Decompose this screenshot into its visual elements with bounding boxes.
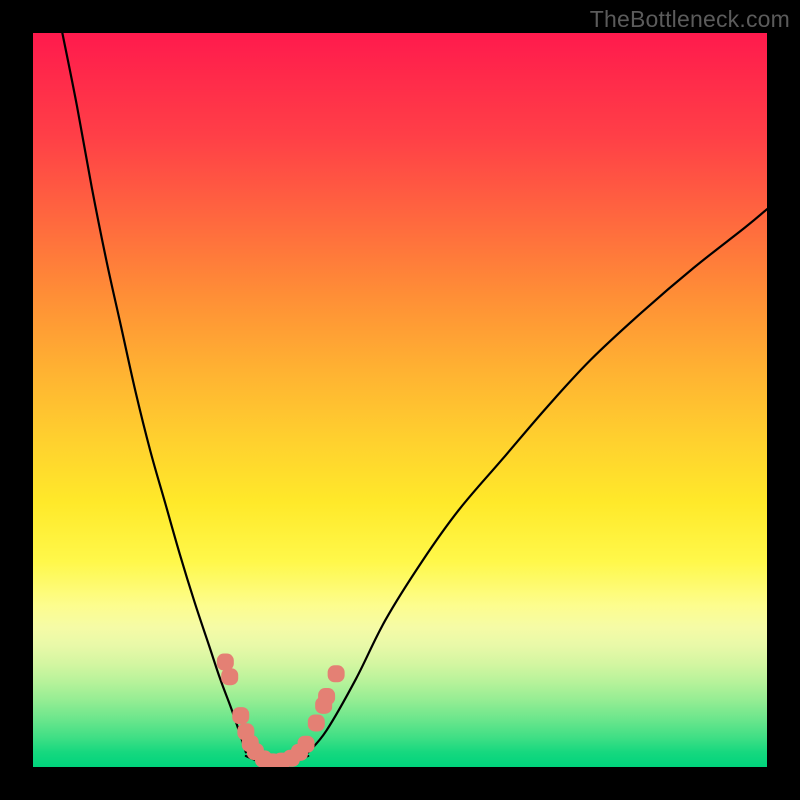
marker-point <box>221 668 238 685</box>
curve-left-branch <box>62 33 246 752</box>
marker-point <box>328 665 345 682</box>
chart-frame: TheBottleneck.com <box>0 0 800 800</box>
marker-point <box>298 736 315 753</box>
marker-point <box>232 707 249 724</box>
marker-group <box>217 654 345 767</box>
curve-right-branch <box>308 209 767 752</box>
marker-point <box>318 688 335 705</box>
marker-point <box>308 714 325 731</box>
chart-svg <box>33 33 767 767</box>
watermark-text: TheBottleneck.com <box>590 6 790 33</box>
marker-point <box>217 654 234 671</box>
plot-area <box>33 33 767 767</box>
